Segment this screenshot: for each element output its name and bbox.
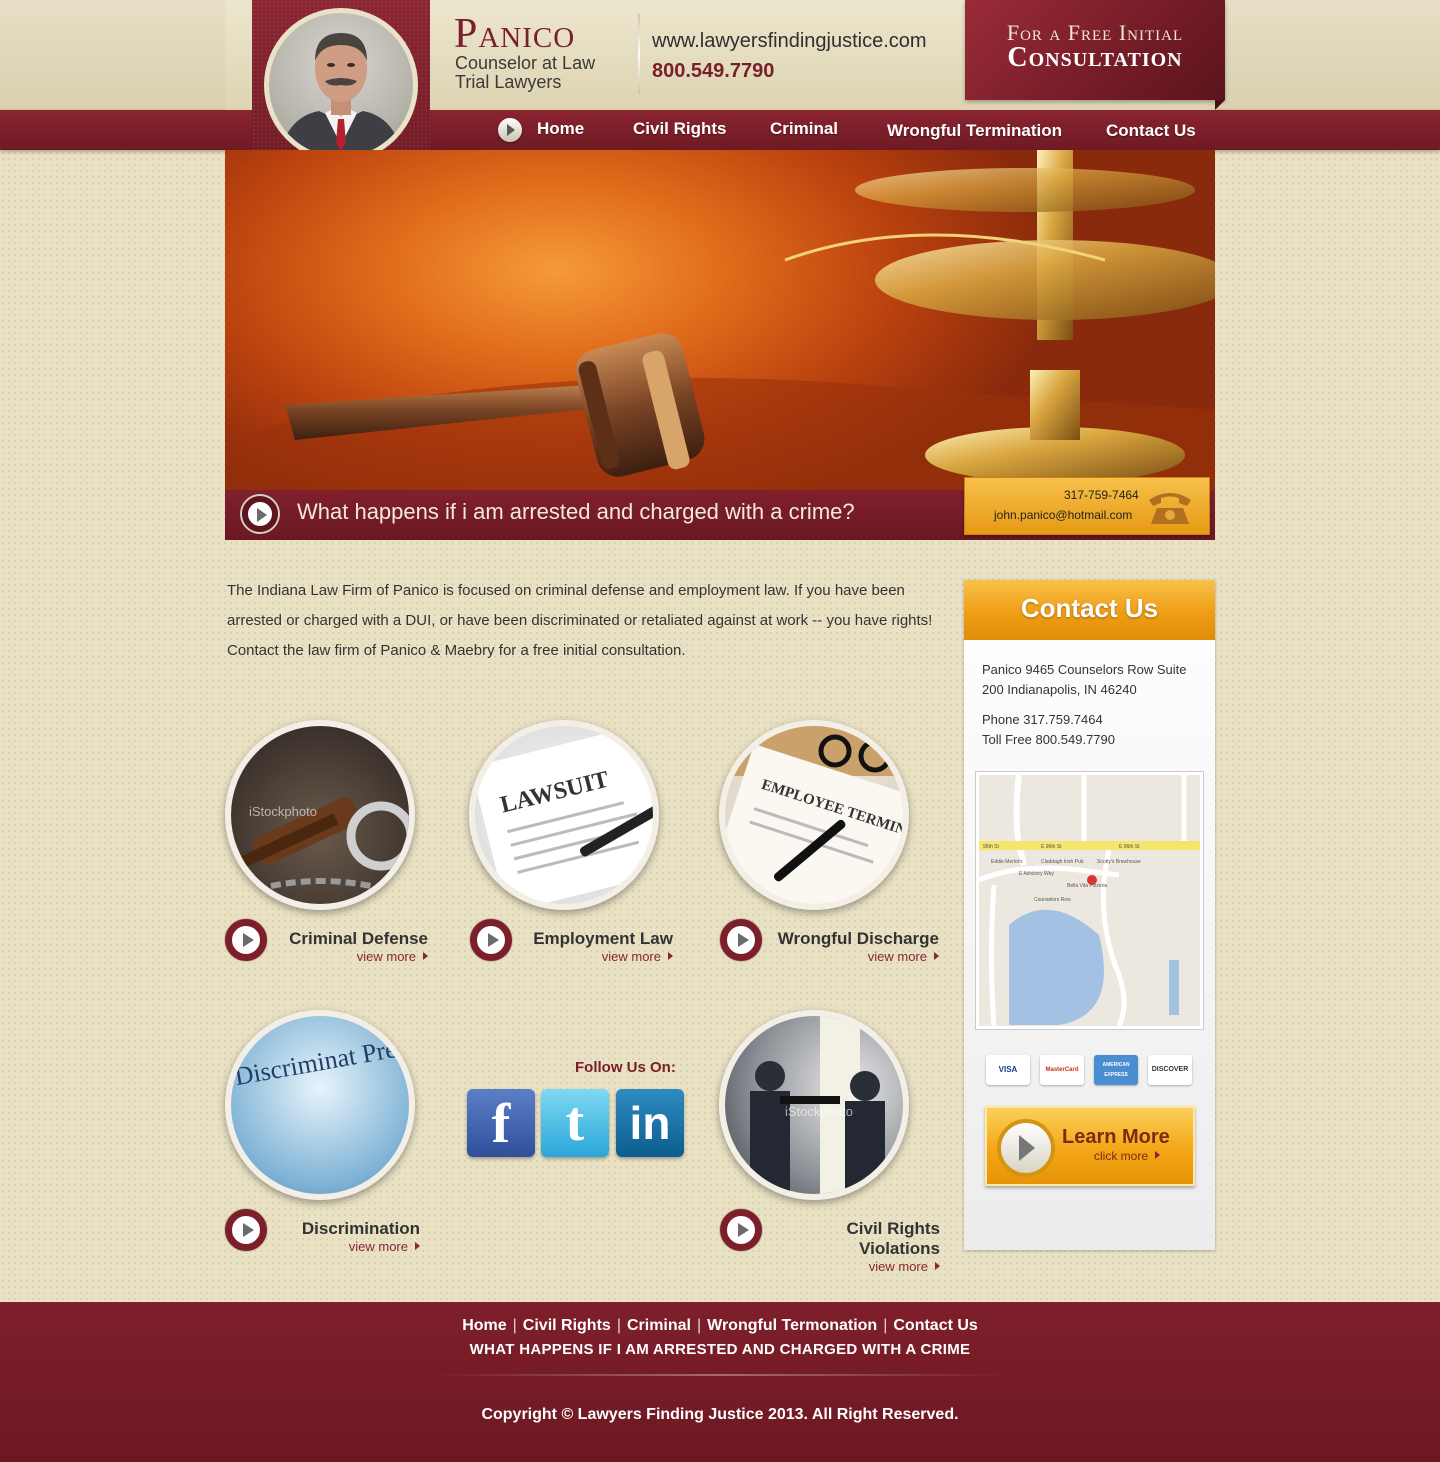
mastercard-icon: MasterCard: [1040, 1055, 1084, 1085]
address-line2: 200 Indianapolis, IN 46240: [982, 682, 1137, 697]
telephone-icon: [1149, 493, 1191, 524]
amex-card-icon: AMERICAN EXPRESS: [1094, 1055, 1138, 1085]
subtitle-line1: Counselor at Law: [455, 53, 596, 73]
sidebar-tollfree: Toll Free 800.549.7790: [982, 732, 1115, 747]
header-divider: [638, 14, 640, 94]
footer-separator: |: [512, 1317, 517, 1334]
click-more-label[interactable]: click more: [1094, 1149, 1160, 1163]
criminal-defense-title[interactable]: Criminal Defense: [270, 929, 428, 949]
map-label-counselors-row: Counselors Row: [1034, 897, 1071, 903]
facebook-icon[interactable]: f: [467, 1089, 535, 1157]
learn-more-label[interactable]: Learn More: [1062, 1126, 1170, 1149]
nav-criminal[interactable]: Criminal: [770, 119, 838, 139]
nav-arrow-icon: [498, 118, 522, 142]
wrongful-discharge-view-more[interactable]: view more: [765, 949, 939, 964]
sidebar-address: Panico 9465 Counselors Row Suite 200 Ind…: [982, 660, 1187, 750]
nav-civil-rights[interactable]: Civil Rights: [633, 119, 727, 139]
address-line1: Panico 9465 Counselors Row Suite: [982, 662, 1187, 677]
footer-question[interactable]: WHAT HAPPENS IF I AM ARRESTED AND CHARGE…: [0, 1341, 1440, 1358]
intro-text: The Indiana Law Firm of Panico is focuse…: [227, 582, 933, 659]
wrongful-discharge-label[interactable]: Wrongful Discharge view more: [765, 929, 939, 964]
subtitle-line2: Trial Lawyers: [455, 72, 562, 92]
attorney-portrait: [264, 8, 418, 162]
discrimination-image-text-lines: Discriminat Prejudice resultin unfair tr…: [232, 1016, 409, 1091]
criminal-defense-view-more[interactable]: view more: [270, 949, 428, 964]
follow-us-label: Follow Us On:: [575, 1059, 676, 1076]
footer-link-contact-us[interactable]: Contact Us: [893, 1317, 977, 1334]
civil-rights-violations-image[interactable]: iStockphoto: [719, 1010, 909, 1200]
location-map[interactable]: 96th St E 96th St E 96th St E Advisory W…: [976, 772, 1203, 1029]
discrimination-arrow-icon[interactable]: [225, 1209, 267, 1251]
wrongful-discharge-title[interactable]: Wrongful Discharge: [765, 929, 939, 949]
discrimination-label[interactable]: Discrimination view more: [270, 1219, 420, 1254]
civil-rights-violations-label[interactable]: Civil Rights Violations view more: [765, 1219, 940, 1274]
hero-question[interactable]: What happens if i am arrested and charge…: [297, 499, 855, 525]
employment-law-label[interactable]: Employment Law view more: [515, 929, 673, 964]
hero-image: [225, 150, 1215, 490]
copyright: Copyright © Lawyers Finding Justice 2013…: [481, 1406, 959, 1423]
consult-line2: Consultation: [1007, 42, 1183, 73]
map-label-bella: Bella Vita Pizzeria: [1067, 883, 1107, 889]
civil-rights-violations-view-more[interactable]: view more: [765, 1259, 940, 1274]
map-label-96th-left: 96th St: [983, 844, 999, 850]
twitter-icon[interactable]: t: [541, 1089, 609, 1157]
criminal-defense-image[interactable]: iStockphoto: [225, 720, 415, 910]
criminal-defense-arrow-icon[interactable]: [225, 919, 267, 961]
nav-wrongful-termination[interactable]: Wrongful Termination: [887, 121, 1062, 141]
employment-law-image[interactable]: LAWSUIT: [469, 720, 659, 910]
civil-rights-image-text: iStockphoto: [785, 1104, 853, 1119]
visa-card-icon: VISA: [986, 1055, 1030, 1085]
free-consultation-banner[interactable]: For a Free Initial Consultation: [965, 0, 1225, 100]
footer-link-civil-rights[interactable]: Civil Rights: [523, 1317, 611, 1334]
footer-links: Home | Civil Rights | Criminal | Wrongful Term…: [0, 1317, 1440, 1335]
footer-link-home[interactable]: Home: [462, 1317, 506, 1334]
footer-divider: [430, 1374, 1010, 1376]
brand-title[interactable]: Panico: [454, 10, 575, 58]
criminal-defense-label[interactable]: Criminal Defense view more: [270, 929, 428, 964]
employment-law-title[interactable]: Employment Law: [515, 929, 673, 949]
wrongful-discharge-image[interactable]: EMPLOYEE TERMINATION: [719, 720, 909, 910]
hero-contact-phone: 317-759-7464: [1064, 488, 1139, 502]
learn-more-play-icon[interactable]: [997, 1119, 1055, 1177]
civil-rights-violations-arrow-icon[interactable]: [720, 1209, 762, 1251]
hero-play-icon[interactable]: [242, 496, 278, 532]
wrongful-discharge-arrow-icon[interactable]: [720, 919, 762, 961]
footer-separator: |: [883, 1317, 888, 1334]
website-link[interactable]: www.lawyersfindingjustice.com: [652, 30, 927, 53]
sidebar-title: Contact Us: [964, 580, 1215, 640]
map-label-claddagh: Claddagh Irish Pub: [1041, 859, 1084, 865]
nav-home[interactable]: Home: [537, 119, 584, 139]
footer-separator: |: [616, 1317, 621, 1334]
map-label-scotty: Scotty's Brewhouse: [1097, 859, 1141, 865]
discrimination-image-text: Discriminat Prejudice resultin unfair tr…: [232, 1016, 409, 1091]
discrimination-image[interactable]: Discriminat Prejudice resultin unfair tr…: [225, 1010, 415, 1200]
footer-separator: |: [696, 1317, 702, 1334]
civil-rights-violations-title[interactable]: Civil Rights Violations: [765, 1219, 940, 1259]
map-label-96th-right: E 96th St: [1119, 844, 1140, 850]
hero-contact-box: [964, 477, 1210, 535]
criminal-defense-image-text: iStockphoto: [249, 804, 317, 819]
footer-link-criminal[interactable]: Criminal: [627, 1317, 691, 1334]
hero-contact-email[interactable]: john.panico@hotmail.com: [994, 508, 1132, 522]
employment-law-arrow-icon[interactable]: [470, 919, 512, 961]
employment-law-view-more[interactable]: view more: [515, 949, 673, 964]
footer-link-wrongful-termination[interactable]: Wrongful Termonation: [707, 1317, 877, 1334]
discrimination-view-more[interactable]: view more: [270, 1239, 420, 1254]
map-label-eddie: Eddie Merlot's: [991, 859, 1023, 865]
nav-contact-us[interactable]: Contact Us: [1106, 121, 1196, 141]
discover-card-icon: DISCOVER: [1148, 1055, 1192, 1085]
linkedin-icon[interactable]: in: [616, 1089, 684, 1157]
map-label-advisory: E Advisory Way: [1019, 871, 1054, 877]
map-label-96th-mid: E 96th St: [1041, 844, 1062, 850]
brand-subtitle: Counselor at Law Trial Lawyers: [455, 54, 595, 92]
sidebar-phone: Phone 317.759.7464: [982, 712, 1103, 727]
header-phone: 800.549.7790: [652, 60, 775, 82]
discrimination-title[interactable]: Discrimination: [270, 1219, 420, 1239]
